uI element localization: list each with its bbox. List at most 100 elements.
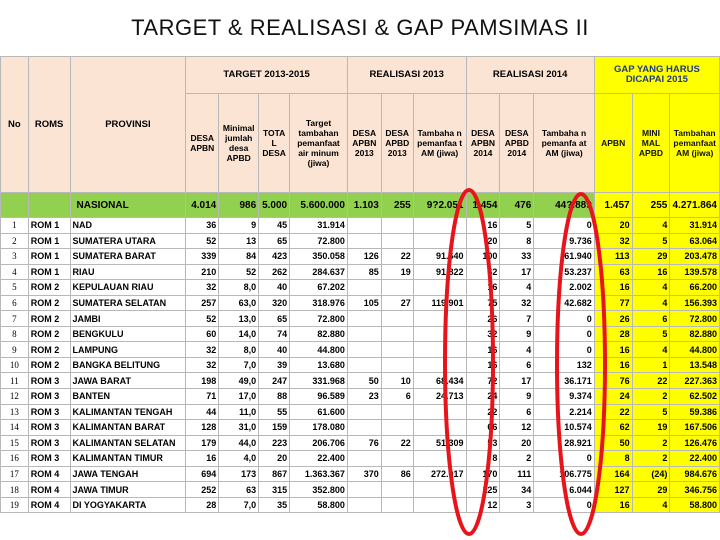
cell-r13-apbn	[346, 217, 382, 234]
cell-r14-apbd: 6	[499, 403, 535, 421]
cell-r14-apbd: 33	[499, 248, 535, 265]
cell-no: 15	[0, 434, 29, 452]
table-row: 1 ROM 1 NAD 36 9 45 31.914 16 5 0 20 4 31.914	[0, 217, 720, 234]
group-realisasi-2014: REALISASI 2014	[465, 56, 595, 94]
cell-gap-apbd: 19	[631, 419, 671, 436]
cell-rom: ROM 3	[27, 372, 71, 390]
cell-r14-jiwa: 0	[533, 325, 595, 343]
cell-r13-jiwa: 91.822	[412, 263, 467, 281]
cell-r13-apbd: 27	[380, 294, 414, 312]
cell-r13-jiwa	[412, 217, 467, 234]
cell-r13-apbd: 22	[380, 434, 414, 452]
cell-target: 44.800	[289, 341, 348, 358]
data-table: No ROMS PROVINSI TARGET 2013-2015 REALIS…	[0, 56, 720, 514]
cell-r13-apbd	[380, 450, 414, 467]
cell-gap-apbd: 22	[631, 372, 671, 390]
cell-gap-apbd: 5	[631, 403, 671, 421]
table-row: 12 ROM 3 BANTEN 71 17,0 88 96.589 23 6 24.713 24 9 9…	[0, 388, 720, 405]
header-gap-min-apbd: MINI MAL APBD	[631, 93, 671, 193]
cell-r13-apbd	[380, 481, 414, 498]
cell-target: 13.680	[289, 356, 348, 374]
cell-no: 4	[0, 263, 29, 281]
cell: 44?.889	[533, 192, 595, 218]
cell-gap-apbd: 2	[631, 388, 671, 405]
cell-gap-jiwa: 62.502	[669, 388, 720, 405]
cell-r14-apbn: 72	[465, 372, 501, 390]
cell-total: 247	[258, 372, 291, 390]
cell-r13-apbn	[346, 403, 382, 421]
cell: 5.000	[258, 192, 291, 218]
cell-r13-jiwa	[412, 481, 467, 498]
cell-desa-apbn: 60	[185, 325, 220, 343]
cell-desa-apbn: 71	[185, 388, 220, 405]
cell-r13-jiwa: 272.017	[412, 465, 467, 483]
cell-r14-jiwa: 61.940	[533, 248, 595, 265]
cell-prov: JAWA BARAT	[69, 372, 187, 390]
cell-r14-jiwa: 36.171	[533, 372, 595, 390]
cell-prov: BANTEN	[69, 388, 187, 405]
cell-r13-apbd: 6	[380, 388, 414, 405]
cell-rom: ROM 4	[27, 481, 71, 498]
cell-r14-apbd: 32	[499, 294, 535, 312]
cell-r13-jiwa	[412, 325, 467, 343]
cell-min-apbd: 7,0	[218, 496, 260, 514]
cell-r14-apbd: 2	[499, 450, 535, 467]
cell-r13-apbn	[346, 450, 382, 467]
cell-r14-jiwa: 0	[533, 310, 595, 327]
cell-r14-apbd: 3	[499, 496, 535, 514]
cell-gap-apbn: 16	[593, 356, 633, 374]
cell-gap-apbn: 16	[593, 279, 633, 296]
cell-r13-apbd: 22	[380, 248, 414, 265]
cell-gap-apbd: 5	[631, 325, 671, 343]
cell-no: 16	[0, 450, 29, 467]
cell-desa-apbn: 252	[185, 481, 220, 498]
cell-gap-jiwa: 984.676	[669, 465, 720, 483]
cell-r14-apbd: 17	[499, 263, 535, 281]
cell-r14-jiwa: 10.574	[533, 419, 595, 436]
header-r14-tambahan: Tambaha n pemanfa at AM (jiwa)	[533, 93, 595, 193]
header-desa-apbn: DESA APBN	[185, 93, 220, 193]
cell-min-apbd: 52	[218, 263, 260, 281]
spreadsheet: No ROMS PROVINSI TARGET 2013-2015 REALIS…	[0, 56, 720, 540]
cell-r14-jiwa: 0	[533, 496, 595, 514]
cell-r13-apbn	[346, 325, 382, 343]
cell-min-apbd: 49,0	[218, 372, 260, 390]
cell-r13-jiwa: 51.309	[412, 434, 467, 452]
cell-r13-apbn	[346, 356, 382, 374]
table-row: 16 ROM 3 KALIMANTAN TIMUR 16 4,0 20 22.400 8 2 0 8…	[0, 450, 720, 467]
cell-r13-jiwa	[412, 419, 467, 436]
cell-prov: KEPULAUAN RIAU	[69, 279, 187, 296]
header-provinsi: PROVINSI	[69, 56, 187, 193]
cell-r14-apbd: 9	[499, 388, 535, 405]
table-row: 10 ROM 2 BANGKA BELITUNG 32 7,0 39 13.680 16 6 13…	[0, 356, 720, 374]
cell-rom: ROM 3	[27, 419, 71, 436]
cell-r13-apbn	[346, 481, 382, 498]
cell-no: 10	[0, 356, 29, 374]
cell-prov: DI YOGYAKARTA	[69, 496, 187, 514]
cell-r14-jiwa: 6.044	[533, 481, 595, 498]
cell-rom: ROM 1	[27, 232, 71, 250]
cell-gap-apbd: 4	[631, 279, 671, 296]
cell-r14-apbn: 32	[465, 325, 501, 343]
cell-total: 65	[258, 310, 291, 327]
cell-no: 3	[0, 248, 29, 265]
cell-desa-apbn: 32	[185, 356, 220, 374]
cell-r13-jiwa	[412, 232, 467, 250]
cell-rom: ROM 1	[27, 217, 71, 234]
cell-gap-apbd: 5	[631, 232, 671, 250]
cell-target: 67.202	[289, 279, 348, 296]
cell-desa-apbn: 198	[185, 372, 220, 390]
header-min-desa-apbd: Minimal jumlah desa APBD	[218, 93, 260, 193]
cell-gap-apbd: 6	[631, 310, 671, 327]
cell-min-apbd: 7,0	[218, 356, 260, 374]
nasional-label: NASIONAL	[69, 192, 187, 218]
cell-gap-apbn: 63	[593, 263, 633, 281]
cell-total: 74	[258, 325, 291, 343]
table-row: 5 ROM 2 KEPULAUAN RIAU 32 8,0 40 67.202 16 4 2.00…	[0, 279, 720, 296]
cell-r14-apbd: 20	[499, 434, 535, 452]
cell-r14-apbd: 4	[499, 279, 535, 296]
cell-r14-jiwa: 9.736	[533, 232, 595, 250]
cell-gap-jiwa: 82.880	[669, 325, 720, 343]
cell-min-apbd: 31,0	[218, 419, 260, 436]
table-row: 6 ROM 2 SUMATERA SELATAN 257 63,0 320 318.976 1…	[0, 294, 720, 312]
